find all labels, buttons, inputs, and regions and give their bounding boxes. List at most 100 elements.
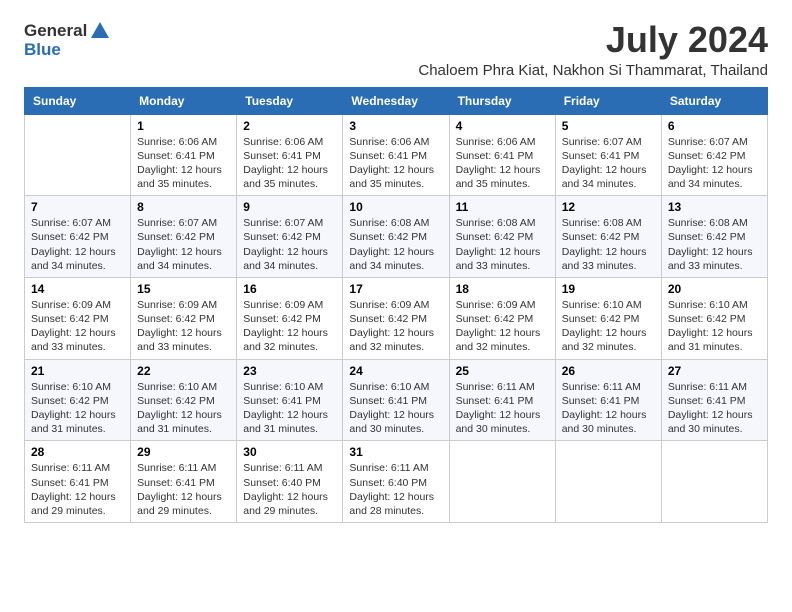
calendar-cell: 25 Sunrise: 6:11 AMSunset: 6:41 PMDaylig…	[449, 359, 555, 441]
col-saturday: Saturday	[661, 87, 767, 114]
day-number: 12	[562, 200, 655, 214]
calendar-cell: 29 Sunrise: 6:11 AMSunset: 6:41 PMDaylig…	[131, 441, 237, 523]
day-info: Sunrise: 6:06 AMSunset: 6:41 PMDaylight:…	[349, 136, 434, 191]
day-number: 20	[668, 282, 761, 296]
day-info: Sunrise: 6:11 AMSunset: 6:41 PMDaylight:…	[31, 462, 116, 517]
day-info: Sunrise: 6:07 AMSunset: 6:42 PMDaylight:…	[137, 217, 222, 272]
day-info: Sunrise: 6:10 AMSunset: 6:42 PMDaylight:…	[562, 299, 647, 354]
location-subtitle: Chaloem Phra Kiat, Nakhon Si Thammarat, …	[418, 62, 768, 79]
day-info: Sunrise: 6:07 AMSunset: 6:42 PMDaylight:…	[668, 136, 753, 191]
day-info: Sunrise: 6:09 AMSunset: 6:42 PMDaylight:…	[137, 299, 222, 354]
calendar-cell: 2 Sunrise: 6:06 AMSunset: 6:41 PMDayligh…	[237, 114, 343, 196]
day-info: Sunrise: 6:08 AMSunset: 6:42 PMDaylight:…	[668, 217, 753, 272]
day-number: 27	[668, 364, 761, 378]
day-number: 18	[456, 282, 549, 296]
day-number: 9	[243, 200, 336, 214]
day-number: 15	[137, 282, 230, 296]
calendar-table: Sunday Monday Tuesday Wednesday Thursday…	[24, 87, 768, 523]
calendar-cell: 6 Sunrise: 6:07 AMSunset: 6:42 PMDayligh…	[661, 114, 767, 196]
title-area: July 2024 Chaloem Phra Kiat, Nakhon Si T…	[418, 20, 768, 79]
calendar-cell: 23 Sunrise: 6:10 AMSunset: 6:41 PMDaylig…	[237, 359, 343, 441]
day-info: Sunrise: 6:08 AMSunset: 6:42 PMDaylight:…	[349, 217, 434, 272]
day-number: 3	[349, 119, 442, 133]
calendar-header: Sunday Monday Tuesday Wednesday Thursday…	[25, 87, 768, 114]
calendar-cell: 31 Sunrise: 6:11 AMSunset: 6:40 PMDaylig…	[343, 441, 449, 523]
calendar-cell: 24 Sunrise: 6:10 AMSunset: 6:41 PMDaylig…	[343, 359, 449, 441]
day-info: Sunrise: 6:09 AMSunset: 6:42 PMDaylight:…	[31, 299, 116, 354]
calendar-week-2: 7 Sunrise: 6:07 AMSunset: 6:42 PMDayligh…	[25, 196, 768, 278]
day-number: 7	[31, 200, 124, 214]
col-sunday: Sunday	[25, 87, 131, 114]
calendar-cell: 10 Sunrise: 6:08 AMSunset: 6:42 PMDaylig…	[343, 196, 449, 278]
day-number: 2	[243, 119, 336, 133]
calendar-cell: 21 Sunrise: 6:10 AMSunset: 6:42 PMDaylig…	[25, 359, 131, 441]
day-info: Sunrise: 6:10 AMSunset: 6:41 PMDaylight:…	[349, 381, 434, 436]
calendar-cell: 12 Sunrise: 6:08 AMSunset: 6:42 PMDaylig…	[555, 196, 661, 278]
header-row: Sunday Monday Tuesday Wednesday Thursday…	[25, 87, 768, 114]
day-number: 4	[456, 119, 549, 133]
day-info: Sunrise: 6:10 AMSunset: 6:42 PMDaylight:…	[31, 381, 116, 436]
day-number: 17	[349, 282, 442, 296]
day-number: 29	[137, 445, 230, 459]
calendar-cell: 26 Sunrise: 6:11 AMSunset: 6:41 PMDaylig…	[555, 359, 661, 441]
day-number: 30	[243, 445, 336, 459]
calendar-cell	[25, 114, 131, 196]
calendar-cell: 13 Sunrise: 6:08 AMSunset: 6:42 PMDaylig…	[661, 196, 767, 278]
calendar-cell: 4 Sunrise: 6:06 AMSunset: 6:41 PMDayligh…	[449, 114, 555, 196]
day-number: 8	[137, 200, 230, 214]
calendar-cell: 20 Sunrise: 6:10 AMSunset: 6:42 PMDaylig…	[661, 277, 767, 359]
calendar-cell: 18 Sunrise: 6:09 AMSunset: 6:42 PMDaylig…	[449, 277, 555, 359]
logo: General Blue	[24, 20, 111, 60]
logo-blue-text: Blue	[24, 40, 61, 60]
day-info: Sunrise: 6:06 AMSunset: 6:41 PMDaylight:…	[456, 136, 541, 191]
day-number: 11	[456, 200, 549, 214]
calendar-cell: 11 Sunrise: 6:08 AMSunset: 6:42 PMDaylig…	[449, 196, 555, 278]
calendar-cell: 7 Sunrise: 6:07 AMSunset: 6:42 PMDayligh…	[25, 196, 131, 278]
calendar-cell: 5 Sunrise: 6:07 AMSunset: 6:41 PMDayligh…	[555, 114, 661, 196]
day-info: Sunrise: 6:06 AMSunset: 6:41 PMDaylight:…	[137, 136, 222, 191]
day-number: 6	[668, 119, 761, 133]
calendar-cell: 15 Sunrise: 6:09 AMSunset: 6:42 PMDaylig…	[131, 277, 237, 359]
day-info: Sunrise: 6:11 AMSunset: 6:40 PMDaylight:…	[243, 462, 328, 517]
calendar-cell: 19 Sunrise: 6:10 AMSunset: 6:42 PMDaylig…	[555, 277, 661, 359]
day-number: 26	[562, 364, 655, 378]
calendar-cell: 16 Sunrise: 6:09 AMSunset: 6:42 PMDaylig…	[237, 277, 343, 359]
day-number: 19	[562, 282, 655, 296]
calendar-cell: 14 Sunrise: 6:09 AMSunset: 6:42 PMDaylig…	[25, 277, 131, 359]
day-number: 25	[456, 364, 549, 378]
col-monday: Monday	[131, 87, 237, 114]
day-info: Sunrise: 6:11 AMSunset: 6:41 PMDaylight:…	[668, 381, 753, 436]
calendar-cell: 30 Sunrise: 6:11 AMSunset: 6:40 PMDaylig…	[237, 441, 343, 523]
col-thursday: Thursday	[449, 87, 555, 114]
calendar-cell: 22 Sunrise: 6:10 AMSunset: 6:42 PMDaylig…	[131, 359, 237, 441]
calendar-cell	[449, 441, 555, 523]
col-friday: Friday	[555, 87, 661, 114]
calendar-cell	[661, 441, 767, 523]
day-info: Sunrise: 6:11 AMSunset: 6:41 PMDaylight:…	[456, 381, 541, 436]
calendar-cell: 27 Sunrise: 6:11 AMSunset: 6:41 PMDaylig…	[661, 359, 767, 441]
day-info: Sunrise: 6:09 AMSunset: 6:42 PMDaylight:…	[349, 299, 434, 354]
calendar-cell: 9 Sunrise: 6:07 AMSunset: 6:42 PMDayligh…	[237, 196, 343, 278]
day-info: Sunrise: 6:08 AMSunset: 6:42 PMDaylight:…	[562, 217, 647, 272]
day-number: 13	[668, 200, 761, 214]
day-number: 16	[243, 282, 336, 296]
calendar-body: 1 Sunrise: 6:06 AMSunset: 6:41 PMDayligh…	[25, 114, 768, 522]
day-number: 22	[137, 364, 230, 378]
day-number: 14	[31, 282, 124, 296]
day-info: Sunrise: 6:07 AMSunset: 6:42 PMDaylight:…	[243, 217, 328, 272]
calendar-week-5: 28 Sunrise: 6:11 AMSunset: 6:41 PMDaylig…	[25, 441, 768, 523]
calendar-cell: 8 Sunrise: 6:07 AMSunset: 6:42 PMDayligh…	[131, 196, 237, 278]
day-info: Sunrise: 6:10 AMSunset: 6:41 PMDaylight:…	[243, 381, 328, 436]
calendar-cell: 3 Sunrise: 6:06 AMSunset: 6:41 PMDayligh…	[343, 114, 449, 196]
calendar-cell: 1 Sunrise: 6:06 AMSunset: 6:41 PMDayligh…	[131, 114, 237, 196]
calendar-week-4: 21 Sunrise: 6:10 AMSunset: 6:42 PMDaylig…	[25, 359, 768, 441]
day-number: 31	[349, 445, 442, 459]
day-info: Sunrise: 6:10 AMSunset: 6:42 PMDaylight:…	[137, 381, 222, 436]
calendar-cell: 17 Sunrise: 6:09 AMSunset: 6:42 PMDaylig…	[343, 277, 449, 359]
calendar-week-3: 14 Sunrise: 6:09 AMSunset: 6:42 PMDaylig…	[25, 277, 768, 359]
day-info: Sunrise: 6:11 AMSunset: 6:41 PMDaylight:…	[562, 381, 647, 436]
header: General Blue July 2024 Chaloem Phra Kiat…	[24, 20, 768, 79]
logo-icon	[89, 20, 111, 42]
day-number: 28	[31, 445, 124, 459]
day-info: Sunrise: 6:08 AMSunset: 6:42 PMDaylight:…	[456, 217, 541, 272]
